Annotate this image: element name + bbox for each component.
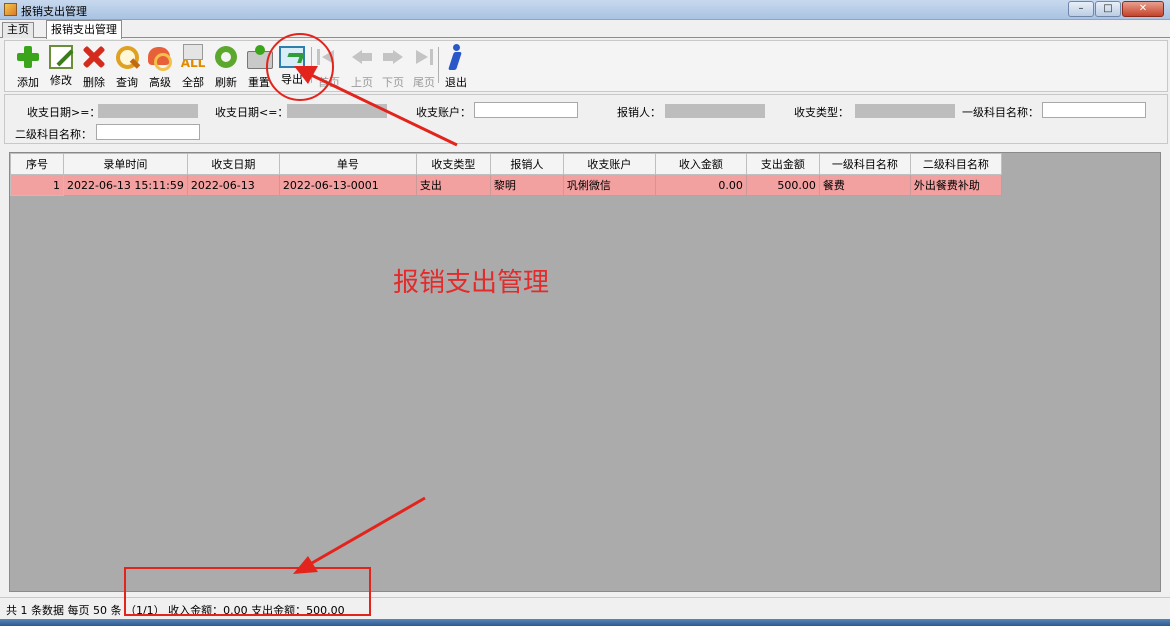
- prev-page-label: 上页: [351, 76, 373, 89]
- next-page-button[interactable]: 下页: [377, 43, 409, 89]
- last-page-icon: [410, 43, 438, 71]
- app-icon: [4, 3, 17, 16]
- search-button[interactable]: 查询: [111, 43, 143, 89]
- add-label: 添加: [17, 76, 39, 89]
- account-label: 收支账户：: [416, 106, 471, 119]
- refresh-icon: [212, 43, 240, 71]
- type-field[interactable]: [855, 104, 955, 118]
- minimize-button[interactable]: –: [1068, 1, 1094, 17]
- claimant-label: 报销人：: [617, 106, 661, 119]
- cell-number: 2022-06-13-0001: [278, 174, 417, 196]
- date-to-label: 收支日期<=：: [215, 106, 289, 119]
- cell-claimant: 黎明: [489, 174, 564, 196]
- close-button[interactable]: ✕: [1122, 1, 1164, 17]
- col-level1[interactable]: 一级科目名称: [818, 153, 911, 175]
- advanced-label: 高级: [149, 76, 171, 89]
- taskbar: [0, 619, 1170, 626]
- tab-home[interactable]: 主页: [2, 22, 34, 38]
- prev-page-button[interactable]: 上页: [346, 43, 378, 89]
- col-index[interactable]: 序号: [10, 153, 64, 175]
- date-from-field[interactable]: [98, 104, 198, 118]
- claimant-field[interactable]: [665, 104, 765, 118]
- cell-index: 1: [10, 174, 64, 196]
- title-bar: 报销支出管理 – □ ✕: [0, 0, 1170, 20]
- cell-income: 0.00: [654, 174, 747, 196]
- delete-button[interactable]: 删除: [78, 43, 110, 89]
- edit-button[interactable]: 修改: [45, 43, 77, 89]
- date-to-field[interactable]: [287, 104, 387, 118]
- prev-page-icon: [348, 43, 376, 71]
- window-title: 报销支出管理: [21, 5, 87, 18]
- annotation-circle: [266, 33, 334, 101]
- edit-icon: [49, 45, 73, 69]
- col-date[interactable]: 收支日期: [186, 153, 280, 175]
- annotation-box: [124, 567, 371, 616]
- exit-button[interactable]: 退出: [440, 43, 472, 89]
- records-table: 序号 录单时间 收支日期 单号 收支类型 报销人 收支账户 收入金额 支出金额 …: [10, 153, 1002, 196]
- cell-level1: 餐费: [818, 174, 911, 196]
- cell-level2: 外出餐费补助: [909, 174, 1002, 196]
- all-button[interactable]: ALL 全部: [177, 43, 209, 89]
- all-label: 全部: [182, 76, 204, 89]
- window-controls: – □ ✕: [1068, 1, 1164, 17]
- tab-expense-management[interactable]: 报销支出管理: [46, 20, 122, 39]
- refresh-button[interactable]: 刷新: [210, 43, 242, 89]
- table-header-row: 序号 录单时间 收支日期 单号 收支类型 报销人 收支账户 收入金额 支出金额 …: [10, 153, 1002, 175]
- cell-expense: 500.00: [745, 174, 820, 196]
- delete-label: 删除: [83, 76, 105, 89]
- col-expense[interactable]: 支出金额: [745, 153, 820, 175]
- last-page-button[interactable]: 尾页: [408, 43, 440, 89]
- level2-input[interactable]: [96, 124, 200, 140]
- cell-account: 巩俐微信: [562, 174, 656, 196]
- delete-icon: [80, 43, 108, 71]
- advanced-button[interactable]: 高级: [144, 43, 176, 89]
- exit-icon: [442, 43, 470, 71]
- col-account[interactable]: 收支账户: [562, 153, 656, 175]
- advanced-icon: [146, 43, 174, 71]
- search-icon: [113, 43, 141, 71]
- col-income[interactable]: 收入金额: [654, 153, 747, 175]
- next-page-label: 下页: [382, 76, 404, 89]
- refresh-label: 刷新: [215, 76, 237, 89]
- toolbar-separator: [438, 47, 439, 83]
- all-icon: ALL: [179, 43, 207, 71]
- cell-date: 2022-06-13: [186, 174, 280, 196]
- edit-label: 修改: [50, 74, 72, 87]
- maximize-button[interactable]: □: [1095, 1, 1121, 17]
- account-input[interactable]: [474, 102, 578, 118]
- col-entry-time[interactable]: 录单时间: [63, 153, 188, 175]
- data-grid: 序号 录单时间 收支日期 单号 收支类型 报销人 收支账户 收入金额 支出金额 …: [9, 152, 1161, 592]
- cell-entry-time: 2022-06-13 15:11:59: [63, 174, 188, 196]
- tab-strip: 主页 报销支出管理: [0, 20, 1170, 39]
- exit-label: 退出: [445, 76, 467, 89]
- cell-type: 支出: [415, 174, 491, 196]
- level1-input[interactable]: [1042, 102, 1146, 118]
- add-button[interactable]: 添加: [12, 43, 44, 89]
- last-page-label: 尾页: [413, 76, 435, 89]
- level2-label: 二级科目名称：: [15, 128, 92, 141]
- table-row[interactable]: 1 2022-06-13 15:11:59 2022-06-13 2022-06…: [10, 174, 1002, 196]
- col-level2[interactable]: 二级科目名称: [909, 153, 1002, 175]
- level1-label: 一级科目名称：: [962, 106, 1039, 119]
- annotation-caption: 报销支出管理: [393, 268, 550, 298]
- date-from-label: 收支日期>=：: [27, 106, 101, 119]
- col-claimant[interactable]: 报销人: [489, 153, 564, 175]
- filter-panel: 收支日期>=： 收支日期<=： 收支账户： 报销人： 收支类型： 一级科目名称：…: [4, 94, 1168, 144]
- next-page-icon: [379, 43, 407, 71]
- type-label: 收支类型：: [794, 106, 849, 119]
- col-number[interactable]: 单号: [278, 153, 417, 175]
- toolbar: 添加 修改 删除 查询 高级 ALL 全部 刷新 重置 导出 首页 上页 下页 …: [4, 40, 1168, 92]
- col-type[interactable]: 收支类型: [415, 153, 491, 175]
- search-label: 查询: [116, 76, 138, 89]
- add-icon: [14, 43, 42, 71]
